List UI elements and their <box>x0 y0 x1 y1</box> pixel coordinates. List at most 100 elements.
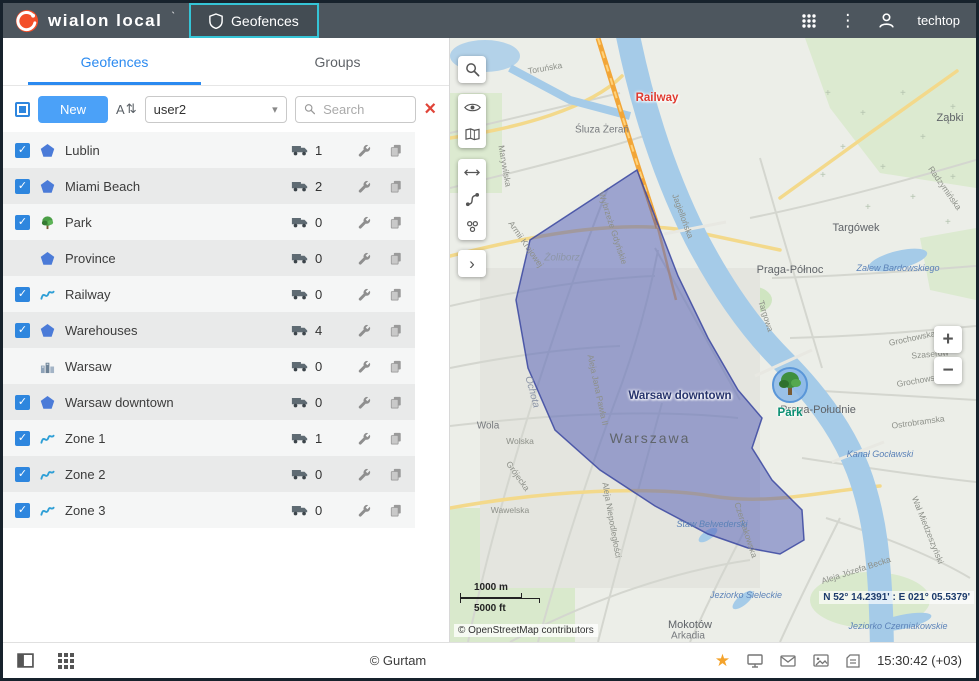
edit-geofence-button[interactable] <box>353 144 375 157</box>
search-input[interactable] <box>321 101 407 118</box>
edit-geofence-button[interactable] <box>353 432 375 445</box>
visibility-button[interactable] <box>458 94 486 121</box>
copy-geofence-button[interactable] <box>385 432 407 445</box>
geofence-checkbox[interactable]: ✓ <box>15 467 30 482</box>
geofences-app-tab[interactable]: Geofences <box>189 3 319 38</box>
copy-geofence-button[interactable] <box>385 144 407 157</box>
route-icon <box>465 192 480 207</box>
copy-geofence-button[interactable] <box>385 324 407 337</box>
map-scale: 1000 m 5000 ft <box>460 582 540 614</box>
topbar-right: ⋮ techtop <box>801 12 976 29</box>
resource-select[interactable]: user2 ▾ <box>145 96 287 123</box>
edit-geofence-button[interactable] <box>353 468 375 481</box>
svg-text:+: + <box>865 202 871 213</box>
edit-geofence-button[interactable] <box>353 396 375 409</box>
map-layers-button[interactable] <box>458 121 486 148</box>
copy-geofence-button[interactable] <box>385 504 407 517</box>
search-box[interactable] <box>295 96 417 123</box>
map-area[interactable]: +++ +++ +++ +++ <box>450 38 976 642</box>
username[interactable]: techtop <box>917 13 960 28</box>
tab-groups-label: Groups <box>315 54 361 70</box>
copy-icon <box>390 504 402 517</box>
geofence-row[interactable]: ✓Zone 20 <box>3 456 415 492</box>
app-window: wialon local ` Geofences ⋮ <box>0 0 979 681</box>
mail-icon[interactable] <box>780 655 796 667</box>
sort-button[interactable]: A⇅ <box>116 101 137 117</box>
geofence-checkbox[interactable]: ✓ <box>15 143 30 158</box>
geofence-checkbox[interactable]: ✓ <box>15 323 30 338</box>
map-search-control[interactable] <box>458 56 486 83</box>
top-bar: wialon local ` Geofences ⋮ <box>3 3 976 38</box>
edit-geofence-button[interactable] <box>353 180 375 193</box>
geofence-row[interactable]: ✓Zone 11 <box>3 420 415 456</box>
geofence-row[interactable]: ✓Zone 30 <box>3 492 415 528</box>
zoom-out-button[interactable]: − <box>934 357 962 384</box>
apps-grid-icon[interactable] <box>801 13 817 29</box>
line-geofence-icon <box>40 467 55 482</box>
geofence-checkbox[interactable]: ✓ <box>15 431 30 446</box>
search-icon <box>304 102 316 116</box>
copy-geofence-button[interactable] <box>385 216 407 229</box>
map-search-button[interactable] <box>458 56 486 83</box>
map-canvas[interactable]: +++ +++ +++ +++ <box>450 38 976 642</box>
bottom-apps-grid-icon[interactable] <box>58 653 74 669</box>
measure-distance-button[interactable] <box>458 159 486 186</box>
geofence-row[interactable]: ✓Warsaw downtown0 <box>3 384 415 420</box>
new-geofence-button[interactable]: New <box>38 96 108 123</box>
clock: 15:30:42 (+03) <box>877 653 962 668</box>
copy-geofence-button[interactable] <box>385 468 407 481</box>
svg-text:+: + <box>945 217 951 228</box>
routing-button[interactable] <box>458 186 486 213</box>
sd-card-icon[interactable] <box>846 654 860 668</box>
copy-geofence-button[interactable] <box>385 360 407 373</box>
kebab-menu-icon[interactable]: ⋮ <box>839 12 856 29</box>
geofence-row[interactable]: Warsaw0 <box>3 348 415 384</box>
copy-geofence-button[interactable] <box>385 288 407 301</box>
geofence-checkbox[interactable]: ✓ <box>15 503 30 518</box>
user-icon[interactable] <box>878 12 895 29</box>
wrench-icon <box>358 468 371 481</box>
copy-icon <box>390 396 402 409</box>
select-all-checkbox[interactable] <box>15 102 30 117</box>
close-search-button[interactable]: × <box>424 99 436 119</box>
geofence-row[interactable]: ✓Miami Beach2 <box>3 168 415 204</box>
tab-groups[interactable]: Groups <box>226 38 449 85</box>
geofence-checkbox[interactable]: ✓ <box>15 179 30 194</box>
clustering-button[interactable] <box>458 213 486 240</box>
edit-geofence-button[interactable] <box>353 504 375 517</box>
wrench-icon <box>358 432 371 445</box>
logo-mark: ` <box>171 11 175 23</box>
geofence-row[interactable]: Province0 <box>3 240 415 276</box>
wrench-icon <box>358 288 371 301</box>
apps-grid-glyph <box>801 13 817 29</box>
copy-geofence-button[interactable] <box>385 252 407 265</box>
edit-geofence-button[interactable] <box>353 360 375 373</box>
panel-toggle-icon[interactable] <box>17 653 34 668</box>
edit-geofence-button[interactable] <box>353 288 375 301</box>
monitor-icon[interactable] <box>747 654 763 668</box>
media-icon[interactable] <box>813 654 829 667</box>
geofence-row[interactable]: ✓Warehouses4 <box>3 312 415 348</box>
geofence-checkbox[interactable]: ✓ <box>15 287 30 302</box>
chevron-right-icon[interactable]: › <box>458 250 486 277</box>
geofence-row[interactable]: ✓Railway0 <box>3 276 415 312</box>
geofence-row[interactable]: ✓Lublin1 <box>3 132 415 168</box>
geofence-name: Miami Beach <box>65 179 281 194</box>
zoom-in-button[interactable]: + <box>934 326 962 353</box>
tab-geofences[interactable]: Geofences <box>3 38 226 85</box>
geofence-checkbox[interactable]: ✓ <box>15 215 30 230</box>
mail-glyph <box>780 655 796 667</box>
search-icon <box>465 62 480 77</box>
edit-geofence-button[interactable] <box>353 252 375 265</box>
favorites-star-icon[interactable]: ★ <box>715 652 730 669</box>
copy-geofence-button[interactable] <box>385 396 407 409</box>
main-area: Geofences Groups New A⇅ user2 ▾ <box>3 38 976 642</box>
geofence-checkbox[interactable]: ✓ <box>15 395 30 410</box>
geofence-name: Lublin <box>65 143 281 158</box>
copy-geofence-button[interactable] <box>385 180 407 193</box>
wrench-icon <box>358 396 371 409</box>
edit-geofence-button[interactable] <box>353 216 375 229</box>
copy-icon <box>390 252 402 265</box>
geofence-row[interactable]: ✓Park0 <box>3 204 415 240</box>
edit-geofence-button[interactable] <box>353 324 375 337</box>
